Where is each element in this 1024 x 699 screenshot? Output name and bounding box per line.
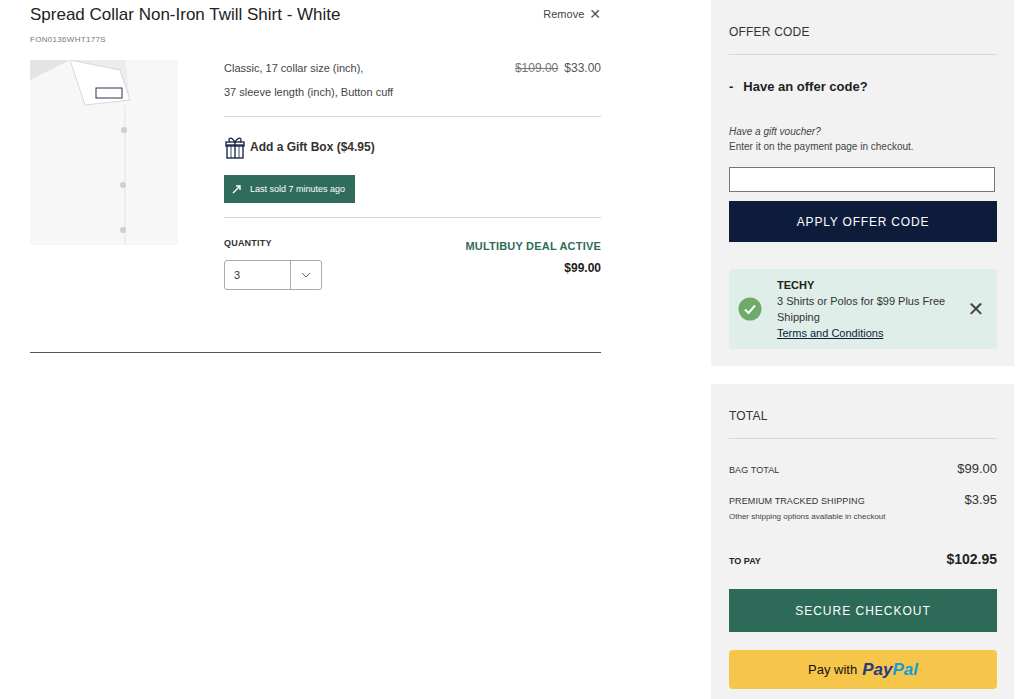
sale-price: $33.00 (564, 60, 601, 104)
original-price: $109.00 (515, 60, 558, 104)
bag-item: Classic, 17 collar size (inch),37 sleeve… (30, 60, 601, 353)
terms-link[interactable]: Terms and Conditions (777, 325, 965, 341)
total-line: BAG TOTAL $99.00 (729, 461, 997, 476)
offer-heading: OFFER CODE (729, 0, 997, 55)
remove-button[interactable]: Remove ✕ (543, 4, 601, 22)
offer-question: Have an offer code? (743, 79, 867, 94)
item-header: Spread Collar Non-Iron Twill Shirt - Whi… (30, 0, 601, 26)
paypal-logo-part: Pal (892, 660, 918, 679)
secure-checkout-button[interactable]: SECURE CHECKOUT (729, 589, 997, 632)
total-panel: TOTAL BAG TOTAL $99.00 PREMIUM TRACKED SHIP… (711, 384, 1014, 699)
item-options: Classic, 17 collar size (inch),37 sleeve… (224, 56, 393, 104)
voucher-title: Have a gift voucher? (729, 124, 997, 139)
select-arrow[interactable] (290, 261, 321, 289)
total-heading: TOTAL (729, 384, 997, 439)
total-row: PREMIUM TRACKED SHIPPING $3.95 Other shipp… (729, 492, 997, 521)
check-icon (738, 297, 762, 321)
total-line: PREMIUM TRACKED SHIPPING $3.95 (729, 492, 997, 507)
total-label: BAG TOTAL (729, 465, 779, 475)
gift-section: Add a Gift Box ($4.95) Last sold 7 minute… (224, 117, 601, 218)
product-title[interactable]: Spread Collar Non-Iron Twill Shirt - Whi… (30, 4, 341, 26)
gift-box-option[interactable]: Add a Gift Box ($4.95) (224, 135, 601, 159)
to-pay-label: TO PAY (729, 556, 761, 566)
option-line: Classic, 17 collar size (inch), (224, 56, 393, 80)
total-note: Other shipping options available in chec… (729, 512, 997, 521)
trend-icon (232, 184, 242, 194)
product-sku: FON0136WHT177S (30, 35, 601, 44)
options-row: Classic, 17 collar size (inch),37 sleeve… (224, 60, 601, 117)
apply-offer-button[interactable]: APPLY OFFER CODE (729, 201, 997, 242)
paypal-button[interactable]: Pay with PayPal (729, 650, 997, 689)
close-icon: ✕ (589, 6, 601, 22)
applied-offer-text: TECHY3 Shirts or Polos for $99 Plus Free… (777, 277, 965, 341)
total-value: $3.95 (964, 492, 997, 507)
paypal-logo-part: Pay (862, 660, 892, 679)
to-pay-value: $102.95 (946, 551, 997, 567)
offer-code-panel: OFFER CODE-Have an offer code?Have a gif… (711, 0, 1014, 366)
remove-label: Remove (543, 6, 584, 22)
bag-items: Spread Collar Non-Iron Twill Shirt - Whi… (30, 0, 601, 699)
total-value: $99.00 (957, 461, 997, 476)
applied-offer: TECHY3 Shirts or Polos for $99 Plus Free… (729, 269, 997, 349)
deal-label: MULTIBUY DEAL ACTIVE (465, 239, 601, 253)
item-price: $109.00$33.00 (515, 60, 601, 104)
paypal-logo: PayPal (862, 660, 918, 680)
summary-sidebar: OFFER CODE-Have an offer code?Have a gif… (711, 0, 1014, 699)
quantity-value: 3 (225, 261, 290, 289)
offer-description: 3 Shirts or Polos for $99 Plus Free Ship… (777, 293, 965, 325)
offer-code-input[interactable] (729, 167, 995, 192)
total-row: BAG TOTAL $99.00 (729, 461, 997, 476)
offer-code: TECHY (777, 277, 965, 293)
quantity-label: QUANTITY (224, 236, 322, 250)
to-pay-row: TO PAY $102.95 (729, 551, 997, 567)
quantity-section: QUANTITY 3 MULTIBUY DEAL ACTIVE $99.00 (224, 218, 601, 290)
chevron-down-icon (301, 272, 311, 278)
voucher-info: Have a gift voucher?Enter it on the paym… (729, 124, 997, 154)
paypal-prefix: Pay with (808, 662, 857, 677)
last-sold-badge: Last sold 7 minutes ago (224, 175, 355, 203)
voucher-note: Enter it on the payment page in checkout… (729, 139, 997, 154)
shirt-icon (30, 60, 178, 245)
offer-toggle[interactable]: -Have an offer code? (729, 55, 997, 94)
multibuy-deal: MULTIBUY DEAL ACTIVE $99.00 (465, 236, 601, 290)
option-line: 37 sleeve length (inch), Button cuff (224, 80, 393, 104)
remove-offer-icon[interactable]: ✕ (965, 297, 987, 321)
last-sold-text: Last sold 7 minutes ago (250, 184, 345, 194)
gift-box-label: Add a Gift Box ($4.95) (250, 140, 375, 154)
total-label: PREMIUM TRACKED SHIPPING (729, 496, 865, 506)
quantity-select[interactable]: 3 (224, 260, 322, 290)
gift-icon (224, 135, 246, 159)
item-details: Classic, 17 collar size (inch),37 sleeve… (224, 60, 601, 290)
product-image[interactable] (30, 60, 178, 245)
line-total: $99.00 (465, 261, 601, 275)
quantity-control: QUANTITY 3 (224, 236, 322, 290)
collapse-icon: - (729, 79, 733, 94)
